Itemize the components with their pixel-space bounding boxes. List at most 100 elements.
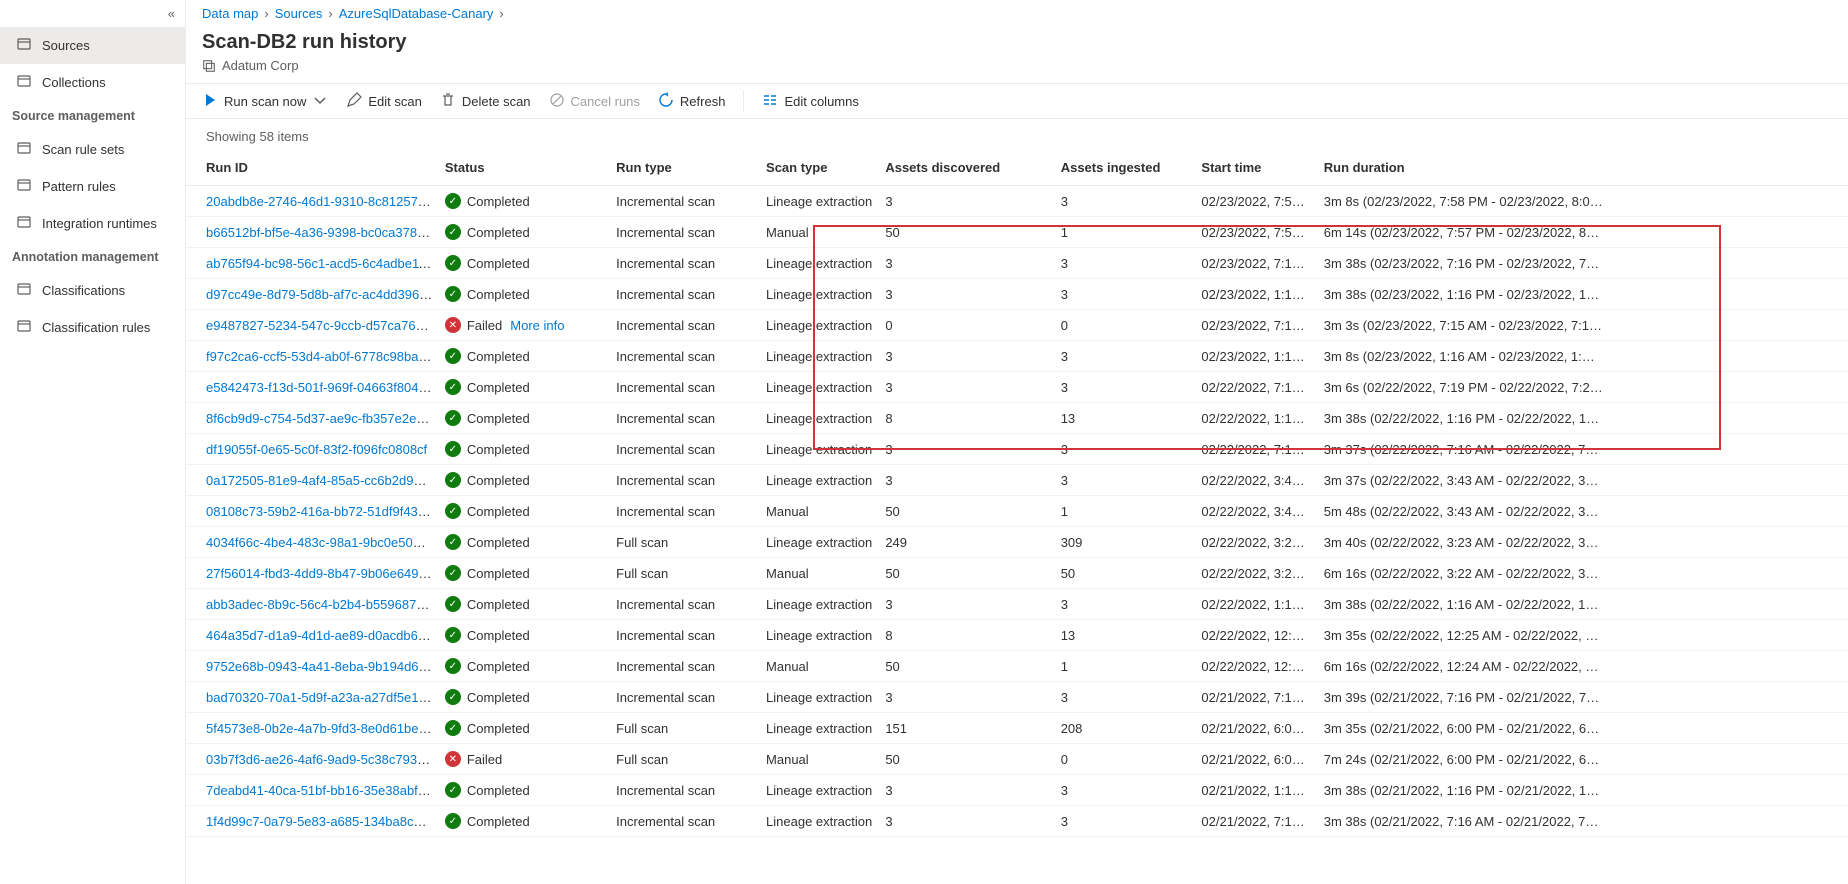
table-row[interactable]: df19055f-0e65-5c0f-83f2-f096fc0808cf ✓ C…	[186, 434, 1848, 465]
table-row[interactable]: 464a35d7-d1a9-4d1d-ae89-d0acdb66da1d ✓ C…	[186, 620, 1848, 651]
completed-icon: ✓	[445, 658, 461, 674]
scan-type-cell: Lineage extraction	[760, 372, 879, 403]
table-row[interactable]: 9752e68b-0943-4a41-8eba-9b194d6b723c ✓ C…	[186, 651, 1848, 682]
table-row[interactable]: e9487827-5234-547c-9ccb-d57ca769e94f ✕ F…	[186, 310, 1848, 341]
assets-ingested-cell: 3	[1055, 279, 1196, 310]
sidebar-item-scan-rule-sets[interactable]: Scan rule sets	[0, 131, 185, 168]
start-time-cell: 02/21/2022, 6:00 PM	[1195, 713, 1317, 744]
run-type-cell: Full scan	[610, 527, 760, 558]
col-scan-type[interactable]: Scan type	[760, 150, 879, 186]
sidebar-item-classifications[interactable]: Classifications	[0, 272, 185, 309]
col-run-id[interactable]: Run ID	[186, 150, 439, 186]
table-row[interactable]: 27f56014-fbd3-4dd9-8b47-9b06e649aba4 ✓ C…	[186, 558, 1848, 589]
table-row[interactable]: 20abdb8e-2746-46d1-9310-8c812571d47f ✓ C…	[186, 186, 1848, 217]
run-id-link[interactable]: 5f4573e8-0b2e-4a7b-9fd3-8e0d61be6d30	[206, 721, 439, 736]
run-id-link[interactable]: 08108c73-59b2-416a-bb72-51df9f43779a	[206, 504, 439, 519]
breadcrumb-sources[interactable]: Sources	[275, 6, 323, 21]
assets-ingested-cell: 3	[1055, 589, 1196, 620]
run-id-link[interactable]: f97c2ca6-ccf5-53d4-ab0f-6778c98bac37	[206, 349, 439, 364]
run-id-link[interactable]: b66512bf-bf5e-4a36-9398-bc0ca378fcf2	[206, 225, 438, 240]
col-status[interactable]: Status	[439, 150, 610, 186]
sidebar-item-collections[interactable]: Collections	[0, 64, 185, 101]
scan-type-cell: Lineage extraction	[760, 403, 879, 434]
completed-icon: ✓	[445, 255, 461, 271]
run-id-link[interactable]: 20abdb8e-2746-46d1-9310-8c812571d47f	[206, 194, 439, 209]
run-id-link[interactable]: 0a172505-81e9-4af4-85a5-cc6b2d908379	[206, 473, 439, 488]
table-row[interactable]: 1f4d99c7-0a79-5e83-a685-134ba8cc6744 ✓ C…	[186, 806, 1848, 837]
table-row[interactable]: 0a172505-81e9-4af4-85a5-cc6b2d908379 ✓ C…	[186, 465, 1848, 496]
breadcrumb-data-map[interactable]: Data map	[202, 6, 258, 21]
table-row[interactable]: 03b7f3d6-ae26-4af6-9ad9-5c38c7938ebf ✕ F…	[186, 744, 1848, 775]
run-id-link[interactable]: d97cc49e-8d79-5d8b-af7c-ac4dd3961ebb	[206, 287, 439, 302]
status-text: Failed	[467, 318, 502, 333]
start-time-cell: 02/21/2022, 1:16 PM	[1195, 775, 1317, 806]
run-id-link[interactable]: 464a35d7-d1a9-4d1d-ae89-d0acdb66da1d	[206, 628, 439, 643]
completed-icon: ✓	[445, 503, 461, 519]
more-info-link[interactable]: More info	[510, 318, 564, 333]
run-id-link[interactable]: 1f4d99c7-0a79-5e83-a685-134ba8cc6744	[206, 814, 439, 829]
run-id-link[interactable]: 8f6cb9d9-c754-5d37-ae9c-fb357e2e1978	[206, 411, 439, 426]
sidebar-item-classification-rules[interactable]: Classification rules	[0, 309, 185, 346]
table-row[interactable]: 8f6cb9d9-c754-5d37-ae9c-fb357e2e1978 ✓ C…	[186, 403, 1848, 434]
table-scroll-region[interactable]: Showing 58 items Run ID Status Run type …	[186, 119, 1848, 884]
table-row[interactable]: abb3adec-8b9c-56c4-b2b4-b559687b52b8 ✓ C…	[186, 589, 1848, 620]
col-assets-discovered[interactable]: Assets discovered	[879, 150, 1054, 186]
sidebar-item-integration-runtimes[interactable]: Integration runtimes	[0, 205, 185, 242]
breadcrumb-source-name[interactable]: AzureSqlDatabase-Canary	[339, 6, 494, 21]
refresh-button[interactable]: Refresh	[658, 92, 726, 111]
toolbar-divider	[743, 90, 744, 112]
completed-icon: ✓	[445, 410, 461, 426]
col-assets-ingested[interactable]: Assets ingested	[1055, 150, 1196, 186]
run-scan-now-button[interactable]: Run scan now	[202, 92, 328, 111]
scan-type-cell: Manual	[760, 558, 879, 589]
run-id-link[interactable]: df19055f-0e65-5c0f-83f2-f096fc0808cf	[206, 442, 427, 457]
completed-icon: ✓	[445, 720, 461, 736]
run-id-link[interactable]: abb3adec-8b9c-56c4-b2b4-b559687b52b8	[206, 597, 439, 612]
table-row[interactable]: 7deabd41-40ca-51bf-bb16-35e38abf30e0 ✓ C…	[186, 775, 1848, 806]
table-row[interactable]: f97c2ca6-ccf5-53d4-ab0f-6778c98bac37 ✓ C…	[186, 341, 1848, 372]
table-row[interactable]: 4034f66c-4be4-483c-98a1-9bc0e505c04f ✓ C…	[186, 527, 1848, 558]
col-run-duration[interactable]: Run duration	[1318, 150, 1848, 186]
run-type-cell: Incremental scan	[610, 186, 760, 217]
status-text: Completed	[467, 349, 530, 364]
failed-icon: ✕	[445, 751, 461, 767]
run-id-link[interactable]: 7deabd41-40ca-51bf-bb16-35e38abf30e0	[206, 783, 439, 798]
run-id-link[interactable]: e5842473-f13d-501f-969f-04663f804bc0	[206, 380, 439, 395]
run-id-link[interactable]: 4034f66c-4be4-483c-98a1-9bc0e505c04f	[206, 535, 439, 550]
table-row[interactable]: 08108c73-59b2-416a-bb72-51df9f43779a ✓ C…	[186, 496, 1848, 527]
table-row[interactable]: b66512bf-bf5e-4a36-9398-bc0ca378fcf2 ✓ C…	[186, 217, 1848, 248]
sidebar-item-pattern-rules[interactable]: Pattern rules	[0, 168, 185, 205]
toolbar: Run scan now Edit scan Delete scan Cance…	[186, 83, 1848, 119]
run-type-cell: Incremental scan	[610, 403, 760, 434]
run-history-table: Run ID Status Run type Scan type Assets …	[186, 150, 1848, 837]
sidebar-item-sources[interactable]: Sources	[0, 27, 185, 64]
status-text: Completed	[467, 721, 530, 736]
run-id-link[interactable]: 27f56014-fbd3-4dd9-8b47-9b06e649aba4	[206, 566, 439, 581]
collapse-sidebar-button[interactable]: «	[0, 0, 185, 27]
run-duration-cell: 3m 35s (02/22/2022, 12:25 AM - 02/22/202…	[1318, 620, 1848, 651]
run-id-link[interactable]: bad70320-70a1-5d9f-a23a-a27df5e151ad	[206, 690, 439, 705]
delete-scan-button[interactable]: Delete scan	[440, 92, 531, 111]
table-row[interactable]: 5f4573e8-0b2e-4a7b-9fd3-8e0d61be6d30 ✓ C…	[186, 713, 1848, 744]
run-id-link[interactable]: 9752e68b-0943-4a41-8eba-9b194d6b723c	[206, 659, 439, 674]
run-id-link[interactable]: 03b7f3d6-ae26-4af6-9ad9-5c38c7938ebf	[206, 752, 439, 767]
table-row[interactable]: e5842473-f13d-501f-969f-04663f804bc0 ✓ C…	[186, 372, 1848, 403]
assets-ingested-cell: 3	[1055, 682, 1196, 713]
table-row[interactable]: d97cc49e-8d79-5d8b-af7c-ac4dd3961ebb ✓ C…	[186, 279, 1848, 310]
col-run-type[interactable]: Run type	[610, 150, 760, 186]
start-time-cell: 02/22/2022, 1:16 PM	[1195, 403, 1317, 434]
assets-discovered-cell: 50	[879, 558, 1054, 589]
table-row[interactable]: bad70320-70a1-5d9f-a23a-a27df5e151ad ✓ C…	[186, 682, 1848, 713]
edit-columns-button[interactable]: Edit columns	[762, 92, 858, 111]
run-id-link[interactable]: e9487827-5234-547c-9ccb-d57ca769e94f	[206, 318, 439, 333]
table-row[interactable]: ab765f94-bc98-56c1-acd5-6c4adbe11851 ✓ C…	[186, 248, 1848, 279]
scan-type-cell: Lineage extraction	[760, 310, 879, 341]
start-time-cell: 02/23/2022, 7:15 A…	[1195, 310, 1317, 341]
start-time-cell: 02/22/2022, 3:22 A…	[1195, 558, 1317, 589]
start-time-cell: 02/22/2022, 12:25 …	[1195, 620, 1317, 651]
edit-scan-button[interactable]: Edit scan	[346, 92, 421, 111]
sidebar: « Sources Collections Source management …	[0, 0, 186, 884]
pattern-rules-icon	[16, 177, 32, 196]
run-id-link[interactable]: ab765f94-bc98-56c1-acd5-6c4adbe11851	[206, 256, 439, 271]
col-start-time[interactable]: Start time	[1195, 150, 1317, 186]
